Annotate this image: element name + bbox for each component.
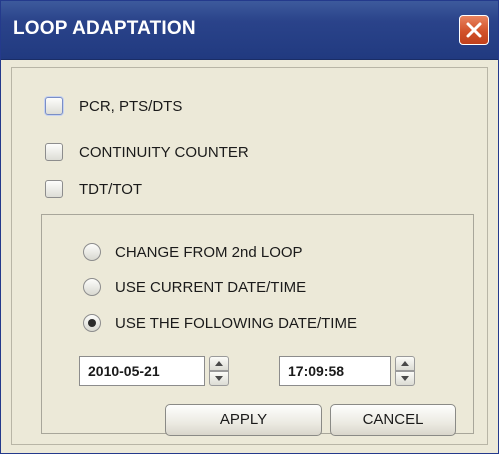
dialog-title: LOOP ADAPTATION: [13, 18, 196, 39]
checkbox-pcr-pts-dts[interactable]: [45, 97, 63, 115]
radio-label: USE THE FOLLOWING DATE/TIME: [115, 314, 357, 332]
arrow-up-icon: [401, 361, 409, 366]
radio-row-change-from-2nd-loop[interactable]: CHANGE FROM 2nd LOOP: [83, 241, 303, 263]
arrow-up-icon: [215, 361, 223, 366]
date-field[interactable]: 2010-05-21: [79, 356, 205, 386]
radio-row-use-following[interactable]: USE THE FOLLOWING DATE/TIME: [83, 312, 357, 334]
checkbox-row-tdt-tot[interactable]: TDT/TOT: [45, 178, 142, 200]
time-field[interactable]: 17:09:58: [279, 356, 391, 386]
radio-label: CHANGE FROM 2nd LOOP: [115, 243, 303, 261]
time-spin-down-button[interactable]: [395, 371, 415, 386]
apply-button[interactable]: APPLY: [165, 404, 322, 436]
checkbox-label: PCR, PTS/DTS: [79, 97, 183, 115]
checkbox-label: TDT/TOT: [79, 180, 143, 198]
date-spin-down-button[interactable]: [209, 371, 229, 386]
checkbox-label: CONTINUITY COUNTER: [79, 143, 249, 161]
arrow-down-icon: [215, 376, 223, 381]
checkbox-row-continuity[interactable]: CONTINUITY COUNTER: [45, 141, 249, 163]
radio-change-from-2nd-loop[interactable]: [83, 243, 101, 261]
date-spinner: 2010-05-21: [79, 356, 229, 386]
arrow-down-icon: [401, 376, 409, 381]
close-icon: [466, 22, 482, 38]
radio-row-use-current[interactable]: USE CURRENT DATE/TIME: [83, 276, 306, 298]
radio-use-following-date-time[interactable]: [83, 314, 101, 332]
radio-use-current-date-time[interactable]: [83, 278, 101, 296]
close-button[interactable]: [459, 15, 489, 45]
time-spinner: 17:09:58: [279, 356, 415, 386]
date-spin-buttons: [209, 356, 229, 386]
title-bar: LOOP ADAPTATION: [1, 1, 498, 60]
checkbox-continuity-counter[interactable]: [45, 143, 63, 161]
time-spin-buttons: [395, 356, 415, 386]
radio-label: USE CURRENT DATE/TIME: [115, 278, 307, 296]
time-spin-up-button[interactable]: [395, 356, 415, 371]
checkbox-row-pcr[interactable]: PCR, PTS/DTS: [45, 95, 182, 117]
loop-adaptation-dialog: LOOP ADAPTATION PCR, PTS/DTS CONTINUITY …: [0, 0, 499, 454]
date-spin-up-button[interactable]: [209, 356, 229, 371]
cancel-button[interactable]: CANCEL: [330, 404, 456, 436]
checkbox-tdt-tot[interactable]: [45, 180, 63, 198]
